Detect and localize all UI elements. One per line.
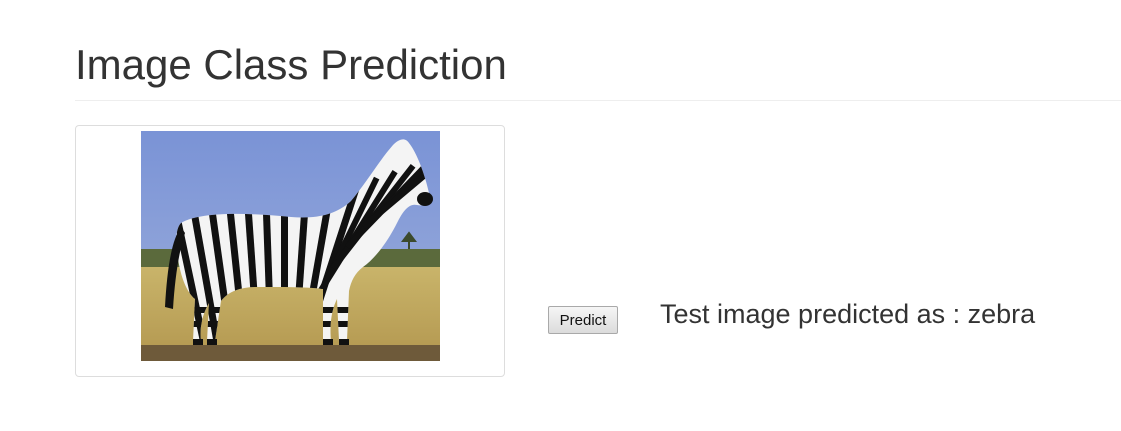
predict-button[interactable]: Predict [548,306,618,334]
prediction-result: Test image predicted as : zebra [660,299,1036,329]
image-thumbnail [75,125,505,377]
page: Image Class Prediction Predict Test imag… [0,0,1121,431]
title-divider [75,100,1121,101]
page-title: Image Class Prediction [75,41,507,88]
zebra-image [141,131,440,371]
